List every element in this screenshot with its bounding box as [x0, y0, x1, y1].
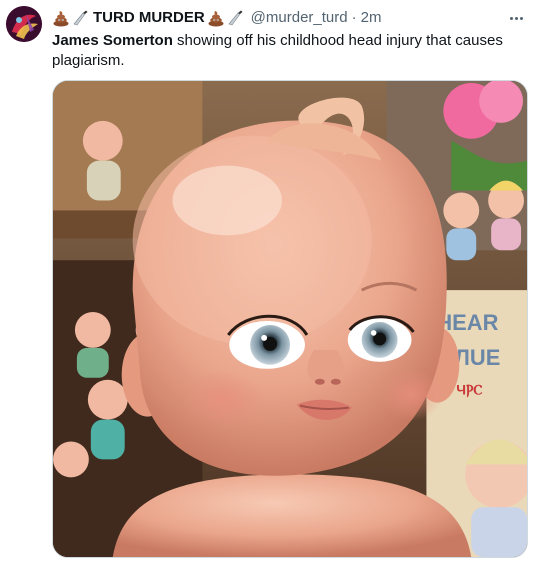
separator-dot: ·	[351, 9, 357, 26]
timestamp[interactable]: 2m	[361, 8, 382, 28]
knife-emoji-icon	[226, 9, 244, 27]
avatar[interactable]	[6, 6, 42, 42]
user-handle[interactable]: @murder_turd	[251, 8, 348, 28]
tweet-text-bold: James Somerton	[52, 32, 173, 49]
tweet-header: TURD MURDER @murder_turd · 2m	[52, 8, 510, 28]
tweet-text: James Somerton showing off his childhood…	[52, 31, 522, 71]
tweet[interactable]: TURD MURDER @murder_turd · 2m James Some…	[0, 0, 540, 567]
avatar-logo-icon	[6, 6, 42, 42]
knife-emoji-icon	[71, 9, 89, 27]
poop-emoji-icon	[207, 9, 225, 27]
display-name[interactable]: TURD MURDER	[93, 8, 205, 28]
sign-line-3: ЧⲢⲤ	[456, 382, 482, 398]
more-icon[interactable]	[506, 10, 526, 26]
poop-emoji-icon	[52, 9, 70, 27]
doll-photo-image: HEAR ㅿЛUE ЧⲢⲤ	[53, 81, 527, 557]
tweet-image[interactable]: HEAR ㅿЛUE ЧⲢⲤ	[52, 80, 528, 558]
